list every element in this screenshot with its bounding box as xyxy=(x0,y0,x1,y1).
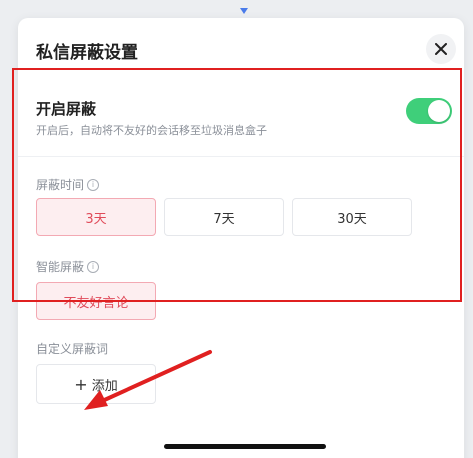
block-time-option-7d[interactable]: 7天 xyxy=(164,198,284,236)
info-icon[interactable]: i xyxy=(87,178,100,191)
smart-block-label: 智能屏蔽 i xyxy=(36,258,100,275)
dm-block-settings-panel: 私信屏蔽设置 开启屏蔽 开启后，自动将不友好的会话移至垃圾消息盒子 屏蔽时间 i… xyxy=(18,18,464,458)
enable-block-description: 开启后，自动将不友好的会话移至垃圾消息盒子 xyxy=(36,124,267,137)
block-time-label-text: 屏蔽时间 xyxy=(36,178,85,192)
enable-block-switch[interactable] xyxy=(406,98,452,124)
panel-title: 私信屏蔽设置 xyxy=(36,43,138,63)
top-pointer-marker xyxy=(240,8,248,14)
custom-words-label-text: 自定义屏蔽词 xyxy=(36,342,109,356)
screen: 私信屏蔽设置 开启屏蔽 开启后，自动将不友好的会话移至垃圾消息盒子 屏蔽时间 i… xyxy=(0,0,473,458)
add-custom-word-button[interactable]: + 添加 xyxy=(36,364,156,404)
close-icon xyxy=(435,43,447,55)
home-indicator xyxy=(164,444,326,449)
block-time-label: 屏蔽时间 i xyxy=(36,176,100,193)
smart-block-label-text: 智能屏蔽 xyxy=(36,260,85,274)
info-icon[interactable]: i xyxy=(87,260,100,273)
enable-block-row: 开启屏蔽 开启后，自动将不友好的会话移至垃圾消息盒子 xyxy=(18,88,464,154)
smart-block-option-unfriendly[interactable]: 不友好言论 xyxy=(36,282,156,320)
plus-icon: + xyxy=(74,374,88,394)
add-button-label: 添加 xyxy=(91,378,118,394)
switch-knob xyxy=(428,100,450,122)
block-time-option-3d[interactable]: 3天 xyxy=(36,198,156,236)
enable-block-title: 开启屏蔽 xyxy=(36,100,97,118)
custom-words-label: 自定义屏蔽词 xyxy=(36,340,108,357)
divider xyxy=(18,156,464,157)
close-button[interactable] xyxy=(426,34,456,64)
block-time-option-30d[interactable]: 30天 xyxy=(292,198,412,236)
